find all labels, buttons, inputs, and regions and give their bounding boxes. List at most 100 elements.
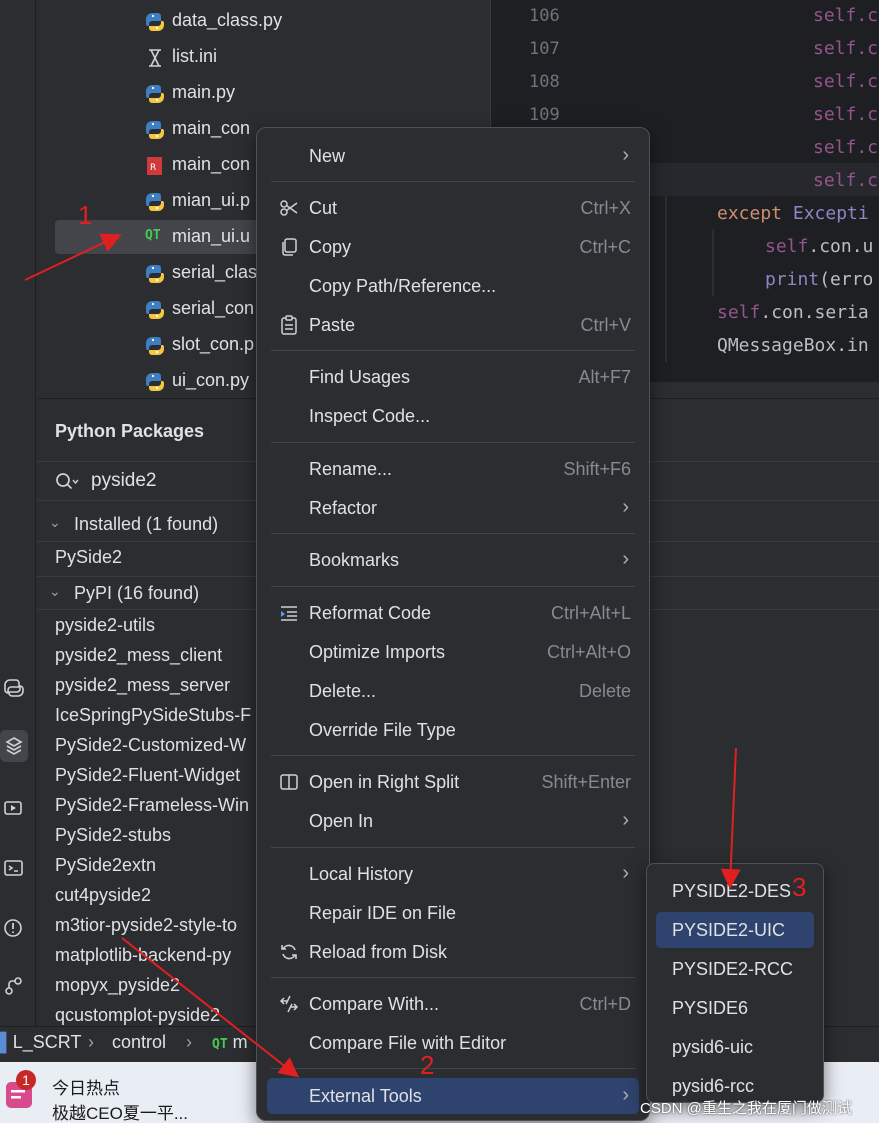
package-item[interactable]: PySide2-stubs bbox=[55, 825, 171, 846]
breadcrumb-item[interactable]: control bbox=[112, 1032, 166, 1053]
package-item[interactable]: qcustomplot-pyside2 bbox=[55, 1005, 220, 1026]
menu-item-label: Copy Path/Reference... bbox=[309, 276, 497, 296]
chevron-right-icon: › bbox=[186, 1032, 192, 1052]
package-item[interactable]: IceSpringPySideStubs-F bbox=[55, 705, 251, 726]
package-item[interactable]: matplotlib-backend-py bbox=[55, 945, 231, 966]
search-input[interactable]: pyside2 bbox=[91, 470, 157, 492]
submenu-item-pyside2-rcc[interactable]: PYSIDE2-RCC bbox=[656, 951, 814, 987]
chevron-right-icon: › bbox=[622, 809, 629, 831]
file-tree-item[interactable]: data_class.py bbox=[37, 4, 489, 38]
file-name: main_con bbox=[172, 118, 251, 138]
news-title[interactable]: 今日热点 bbox=[52, 1074, 120, 1099]
menu-item-label: Reload from Disk bbox=[309, 942, 448, 962]
services-run-icon[interactable] bbox=[0, 792, 28, 824]
python-console-icon[interactable] bbox=[0, 672, 28, 704]
copy-icon bbox=[279, 237, 299, 257]
menu-item-bookmarks[interactable]: Bookmarks › bbox=[267, 542, 639, 578]
file-tree-item[interactable]: list.ini bbox=[37, 40, 489, 74]
menu-item-inspect-code[interactable]: Inspect Code... bbox=[267, 398, 639, 434]
menu-item-shortcut: Shift+F6 bbox=[563, 459, 631, 479]
menu-separator bbox=[271, 442, 635, 443]
menu-item-label: Override File Type bbox=[309, 720, 456, 740]
menu-item-shortcut: Ctrl+Alt+L bbox=[550, 603, 631, 623]
menu-item-open-in-right-split[interactable]: Open in Right Split Shift+Enter bbox=[267, 764, 639, 800]
menu-item-paste[interactable]: Paste Ctrl+V bbox=[267, 307, 639, 343]
menu-item-label: Rename... bbox=[309, 459, 393, 479]
submenu-item-pyside2-uic[interactable]: PYSIDE2-UIC bbox=[656, 912, 814, 948]
menu-item-label: Paste bbox=[309, 315, 356, 335]
menu-item-shortcut: Ctrl+C bbox=[579, 237, 631, 257]
breadcrumb-label: m bbox=[232, 1032, 248, 1052]
package-item[interactable]: cut4pyside2 bbox=[55, 885, 151, 906]
menu-separator bbox=[271, 847, 635, 848]
submenu-item-label: PYSIDE6 bbox=[672, 998, 749, 1018]
menu-item-label: Open in Right Split bbox=[309, 772, 460, 792]
search-icon bbox=[56, 473, 79, 490]
menu-item-override-file-type[interactable]: Override File Type bbox=[267, 712, 639, 748]
news-subtitle[interactable]: 极越CEO夏一平... bbox=[52, 1099, 188, 1123]
menu-item-cut[interactable]: Cut Ctrl+X bbox=[267, 190, 639, 226]
menu-item-refactor[interactable]: Refactor › bbox=[267, 490, 639, 526]
menu-item-external-tools[interactable]: External Tools › bbox=[267, 1078, 639, 1114]
menu-item-compare-with[interactable]: Compare With... Ctrl+D bbox=[267, 986, 639, 1022]
menu-separator bbox=[271, 977, 635, 978]
package-item[interactable]: PySide2-Customized-W bbox=[55, 735, 246, 756]
submenu-item-pyside6[interactable]: PYSIDE6 bbox=[656, 990, 814, 1026]
package-item[interactable]: mopyx_pyside2 bbox=[55, 975, 180, 996]
menu-item-label: New bbox=[309, 146, 346, 166]
breadcrumb-item[interactable]: ▌L_SCRT bbox=[0, 1032, 81, 1053]
menu-item-compare-file-with-editor[interactable]: Compare File with Editor bbox=[267, 1025, 639, 1061]
package-item[interactable]: pyside2_mess_server bbox=[55, 675, 230, 696]
menu-separator bbox=[271, 181, 635, 182]
menu-item-reload-from-disk[interactable]: Reload from Disk bbox=[267, 934, 639, 970]
menu-item-find-usages[interactable]: Find Usages Alt+F7 bbox=[267, 359, 639, 395]
package-item[interactable]: PySide2-Frameless-Win bbox=[55, 795, 249, 816]
menu-item-new[interactable]: New › bbox=[267, 138, 639, 174]
menu-separator bbox=[271, 586, 635, 587]
submenu-item-label: pysid6-uic bbox=[672, 1037, 754, 1057]
breadcrumb-item[interactable]: QT m bbox=[212, 1032, 248, 1053]
package-item[interactable]: m3tior-pyside2-style-to bbox=[55, 915, 237, 936]
problems-icon[interactable] bbox=[0, 912, 28, 944]
chevron-right-icon: › bbox=[622, 496, 629, 518]
menu-separator bbox=[271, 755, 635, 756]
menu-item-optimize-imports[interactable]: Optimize Imports Ctrl+Alt+O bbox=[267, 634, 639, 670]
watermark-text: CSDN @重生之我在厦门做测试 bbox=[640, 1100, 852, 1117]
menu-item-copy[interactable]: Copy Ctrl+C bbox=[267, 229, 639, 265]
python-file-icon bbox=[146, 85, 164, 103]
file-name: ui_con.py bbox=[172, 370, 250, 390]
file-tree-item[interactable]: main.py bbox=[37, 76, 489, 110]
menu-item-local-history[interactable]: Local History › bbox=[267, 856, 639, 892]
package-item[interactable]: pyside2_mess_client bbox=[55, 645, 222, 666]
menu-item-reformat-code[interactable]: Reformat Code Ctrl+Alt+L bbox=[267, 595, 639, 631]
menu-item-shortcut: Ctrl+Alt+O bbox=[546, 642, 631, 662]
menu-item-rename[interactable]: Rename... Shift+F6 bbox=[267, 451, 639, 487]
menu-item-repair-ide-on-file[interactable]: Repair IDE on File bbox=[267, 895, 639, 931]
file-name: serial_clas bbox=[172, 262, 258, 282]
menu-item-delete[interactable]: Delete... Delete bbox=[267, 673, 639, 709]
package-item[interactable]: PySide2 bbox=[55, 547, 122, 568]
package-item[interactable]: pyside2-utils bbox=[55, 615, 155, 636]
package-item[interactable]: PySide2extn bbox=[55, 855, 156, 876]
package-item[interactable]: PySide2-Fluent-Widget bbox=[55, 765, 240, 786]
menu-item-open-in[interactable]: Open In › bbox=[267, 803, 639, 839]
news-widget-icon[interactable]: 1 bbox=[4, 1068, 38, 1110]
file-name: mian_ui.u bbox=[172, 226, 251, 246]
menu-item-shortcut: Shift+Enter bbox=[541, 772, 631, 792]
version-control-icon[interactable] bbox=[0, 970, 28, 1002]
notification-badge: 1 bbox=[22, 1072, 30, 1088]
group-label: Installed (1 found) bbox=[74, 514, 219, 534]
chevron-down-icon: ⌄ bbox=[49, 583, 61, 599]
submenu-item-pysid6-uic[interactable]: pysid6-uic bbox=[656, 1029, 814, 1065]
terminal-icon[interactable] bbox=[0, 852, 28, 884]
menu-item-label: Compare With... bbox=[309, 994, 440, 1014]
submenu-item-label: PYSIDE2-RCC bbox=[672, 959, 794, 979]
python-file-icon bbox=[146, 301, 164, 319]
submenu-item-pyside2-des[interactable]: PYSIDE2-DES bbox=[656, 873, 814, 909]
menu-separator bbox=[271, 533, 635, 534]
chevron-right-icon: › bbox=[88, 1032, 94, 1052]
menu-item-copy-path-reference[interactable]: Copy Path/Reference... bbox=[267, 268, 639, 304]
menu-item-label: Bookmarks bbox=[309, 550, 400, 570]
submenu-item-label: PYSIDE2-UIC bbox=[672, 920, 786, 940]
python-packages-icon[interactable] bbox=[0, 730, 28, 762]
